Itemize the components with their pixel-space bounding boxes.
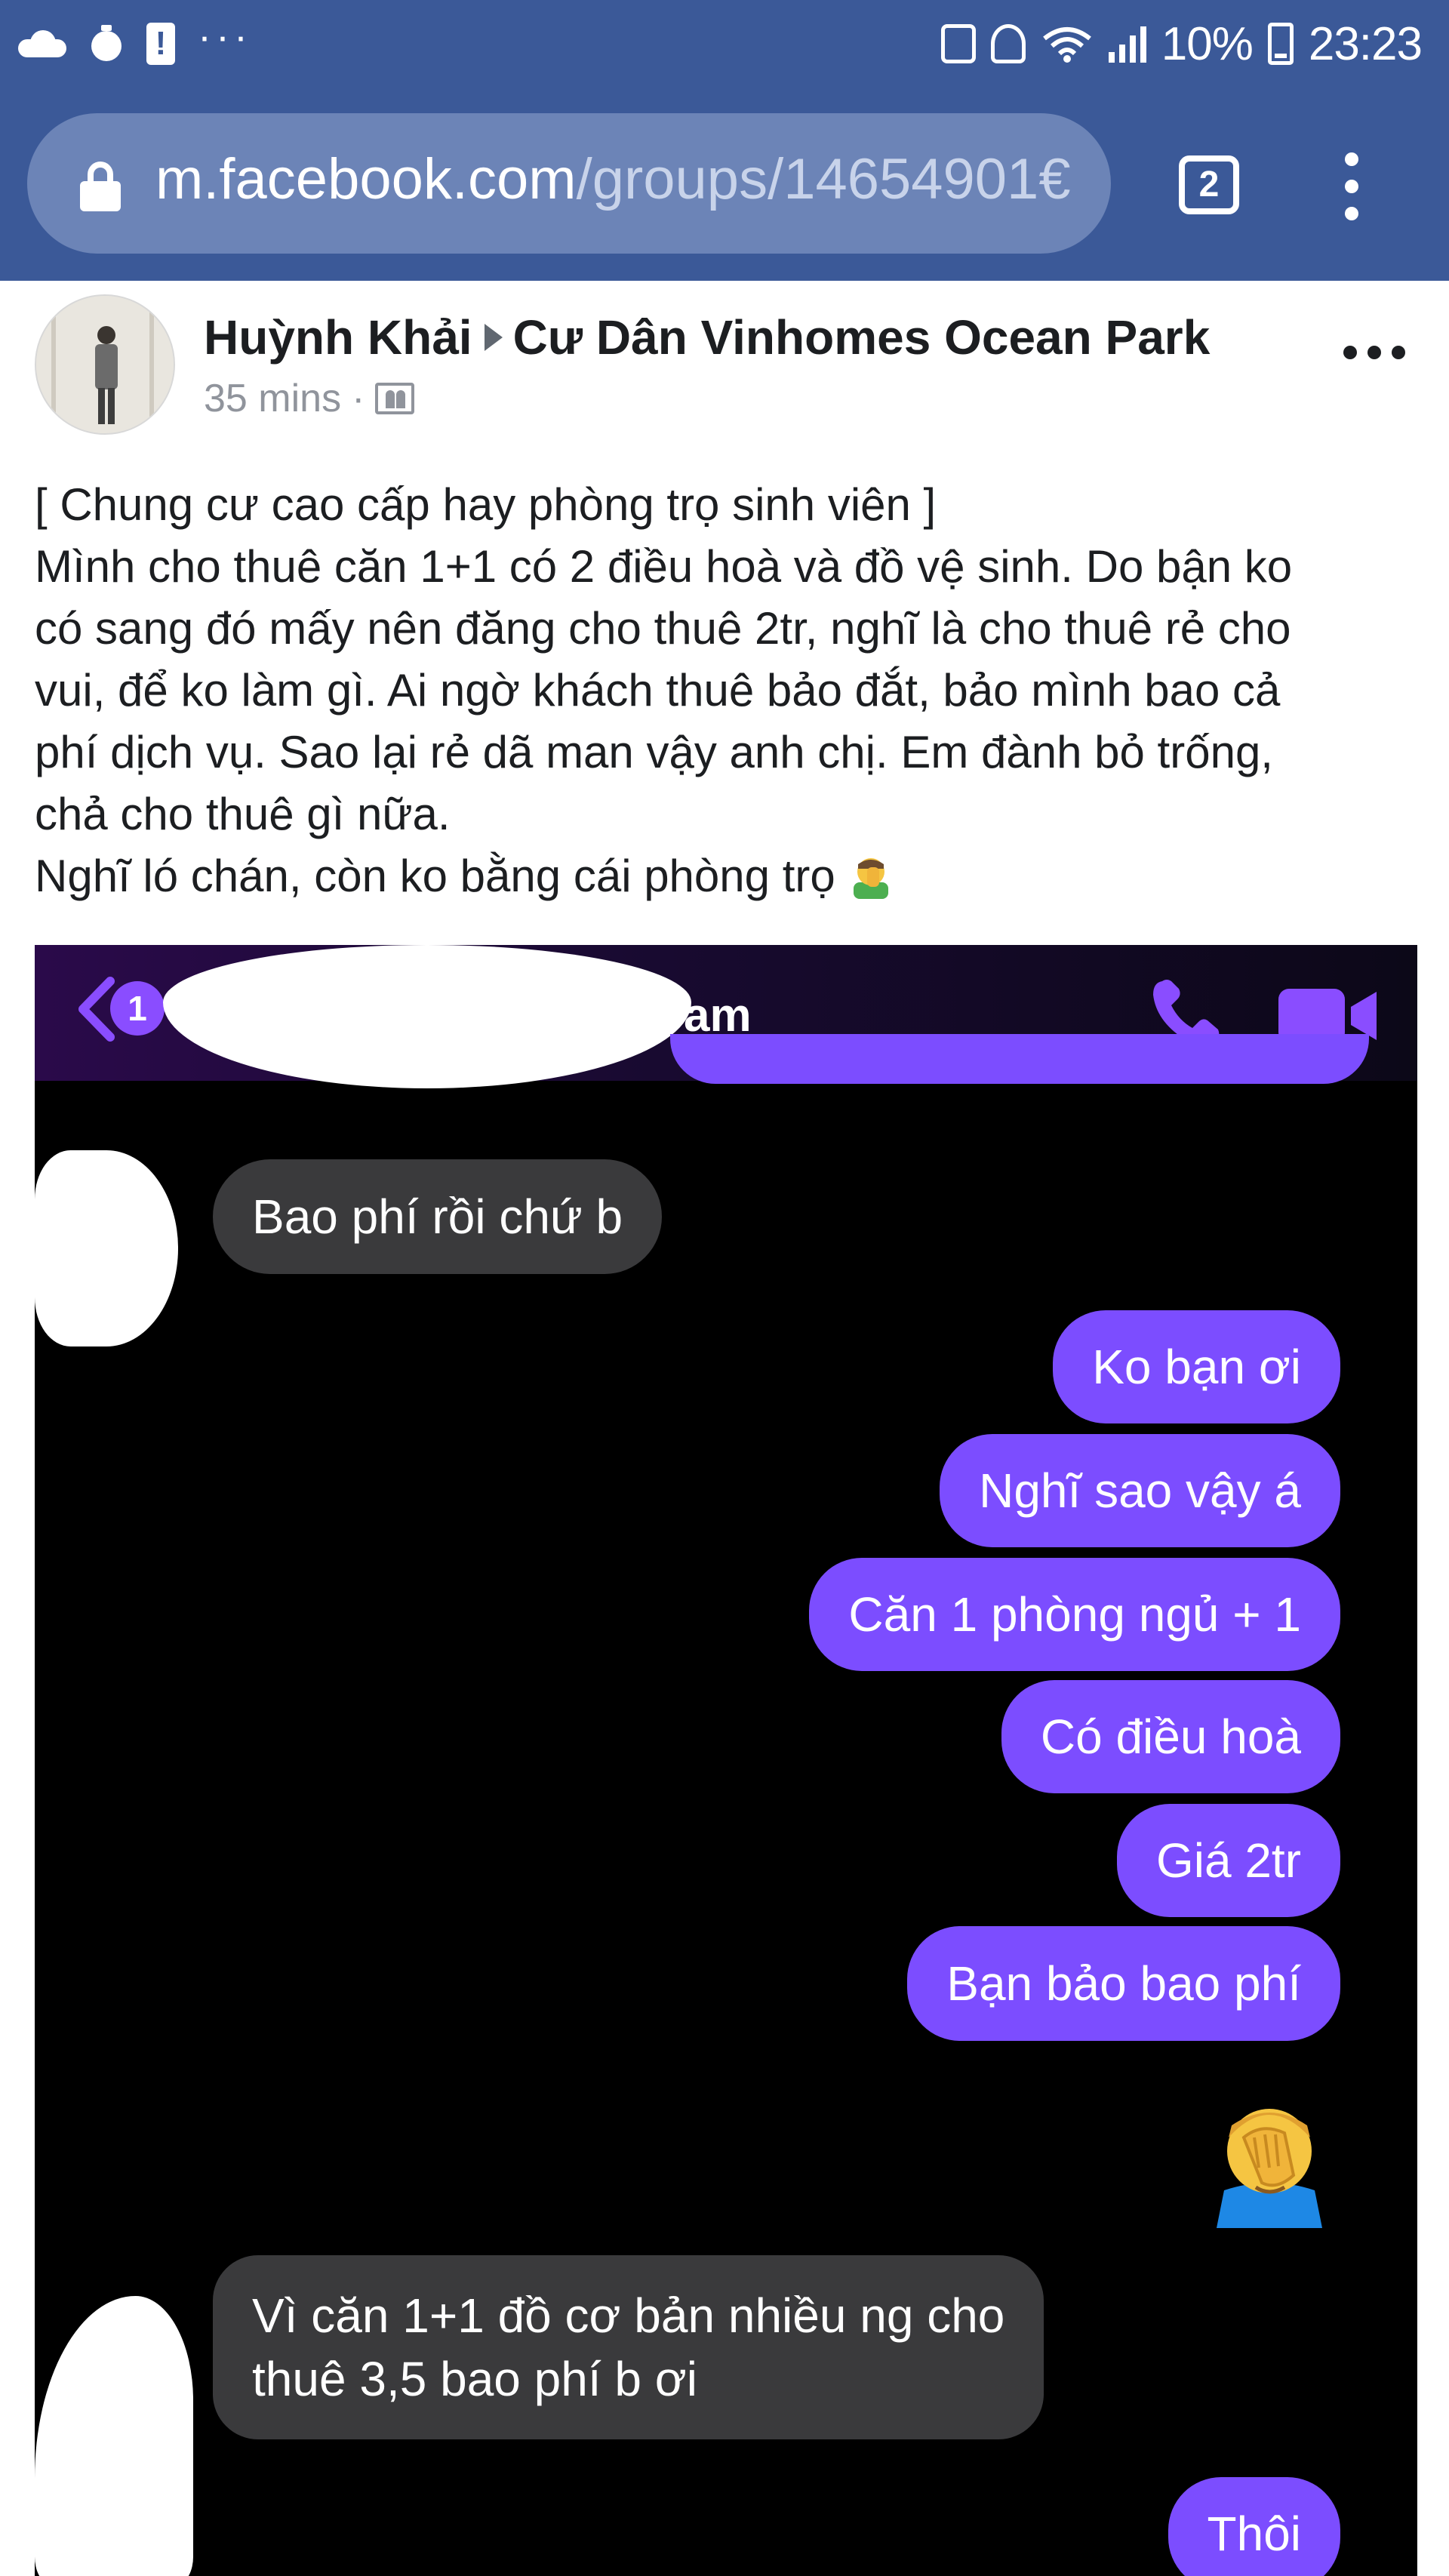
facepalm-emoji-icon <box>853 858 888 899</box>
browser-chrome: ! ··· 10% 23:23 m.facebook.com/groups/14… <box>0 0 1449 281</box>
battery-saver-icon <box>940 24 976 63</box>
attached-chat-screenshot[interactable]: 1 ạm Bao phí rồi chứ b Ko bạn ơi Nghĩ sa… <box>35 945 1417 2576</box>
author-name[interactable]: Huỳnh Khải <box>204 310 472 365</box>
redacted-avatar <box>35 2296 193 2576</box>
url-text[interactable]: m.facebook.com/groups/14654901€ <box>155 146 1071 212</box>
clock: 23:23 <box>1308 17 1423 70</box>
url-path: /groups/14654901€ <box>576 147 1071 211</box>
post-line-text: Nghĩ ló chán, còn ko bằng cái phòng trọ <box>35 851 835 901</box>
post-line: [ Chung cư cao cấp hay phòng trọ sinh vi… <box>35 479 937 530</box>
battery-percent: 10% <box>1161 17 1254 70</box>
message-outgoing: Có điều hoà <box>1001 1680 1340 1793</box>
status-bar: ! ··· 10% 23:23 <box>0 0 1449 87</box>
facepalm-emoji-icon <box>1217 2109 1322 2228</box>
message-outgoing: Ko bạn ơi <box>1053 1310 1340 1423</box>
message-incoming-multiline: Vì căn 1+1 đồ cơ bản nhiều ng cho thuê 3… <box>213 2255 1044 2439</box>
more-dots-icon: ··· <box>198 14 252 59</box>
post-line: vui, để ko làm gì. Ai ngờ khách thuê bảo… <box>35 665 1281 716</box>
post-line: có sang đó mấy nên đăng cho thuê 2tr, ng… <box>35 603 1291 654</box>
status-left-icons: ! ··· <box>18 14 252 74</box>
message-line: thuê 3,5 bao phí b ơi <box>252 2352 697 2406</box>
status-right-icons: 10% 23:23 <box>940 14 1423 74</box>
post-line: Mình cho thuê căn 1+1 có 2 điều hoà và đ… <box>35 541 1293 592</box>
redacted-avatar <box>35 1150 178 1346</box>
post-line-last: Nghĩ ló chán, còn ko bằng cái phòng trọ <box>35 845 1423 907</box>
message-outgoing: Giá 2tr <box>1116 1804 1340 1917</box>
data-saver-icon <box>990 24 1026 63</box>
meta-separator: · <box>352 377 365 420</box>
wifi-icon <box>1042 27 1091 63</box>
battery-icon <box>1267 23 1294 65</box>
group-name[interactable]: Cư Dân Vinhomes Ocean Park <box>513 310 1211 365</box>
avatar[interactable] <box>35 294 175 435</box>
post-meta: 35 mins · <box>204 376 415 421</box>
tab-switcher-button[interactable]: 2 <box>1179 155 1239 214</box>
message-outgoing: Bạn bảo bao phí <box>907 1926 1340 2041</box>
unread-badge: 1 <box>110 981 165 1036</box>
alert-icon: ! <box>146 23 175 65</box>
message-incoming: Bao phí rồi chứ b <box>213 1159 663 1274</box>
message-outgoing: Nghĩ sao vậy á <box>940 1434 1340 1547</box>
message-bubble-partial <box>670 1034 1369 1084</box>
post-options-icon[interactable] <box>1343 341 1407 362</box>
timer-icon <box>89 25 124 63</box>
triangle-right-icon <box>484 324 503 351</box>
lock-icon <box>80 162 121 211</box>
address-bar[interactable]: m.facebook.com/groups/14654901€ <box>27 113 1111 254</box>
message-outgoing: Thôi <box>1168 2477 1340 2576</box>
message-line: Vì căn 1+1 đồ cơ bản nhiều ng cho <box>252 2288 1005 2343</box>
cloud-icon <box>18 30 66 57</box>
avatar-photo <box>36 296 174 433</box>
post-time[interactable]: 35 mins <box>204 376 341 421</box>
feed-post: Huỳnh Khải Cư Dân Vinhomes Ocean Park 35 … <box>0 281 1449 2576</box>
post-line: phí dịch vụ. Sao lại rẻ dã man vậy anh c… <box>35 727 1273 777</box>
signal-icon <box>1108 25 1146 63</box>
message-outgoing: Căn 1 phòng ngủ + 1 <box>809 1558 1340 1671</box>
group-audience-icon <box>375 383 415 414</box>
post-author-line: Huỳnh Khải Cư Dân Vinhomes Ocean Park <box>204 309 1210 365</box>
post-body: [ Chung cư cao cấp hay phòng trọ sinh vi… <box>35 474 1423 907</box>
url-host: m.facebook.com <box>155 147 577 211</box>
browser-menu-icon[interactable] <box>1328 149 1374 225</box>
post-line: chả cho thuê gì nữa. <box>35 789 451 839</box>
